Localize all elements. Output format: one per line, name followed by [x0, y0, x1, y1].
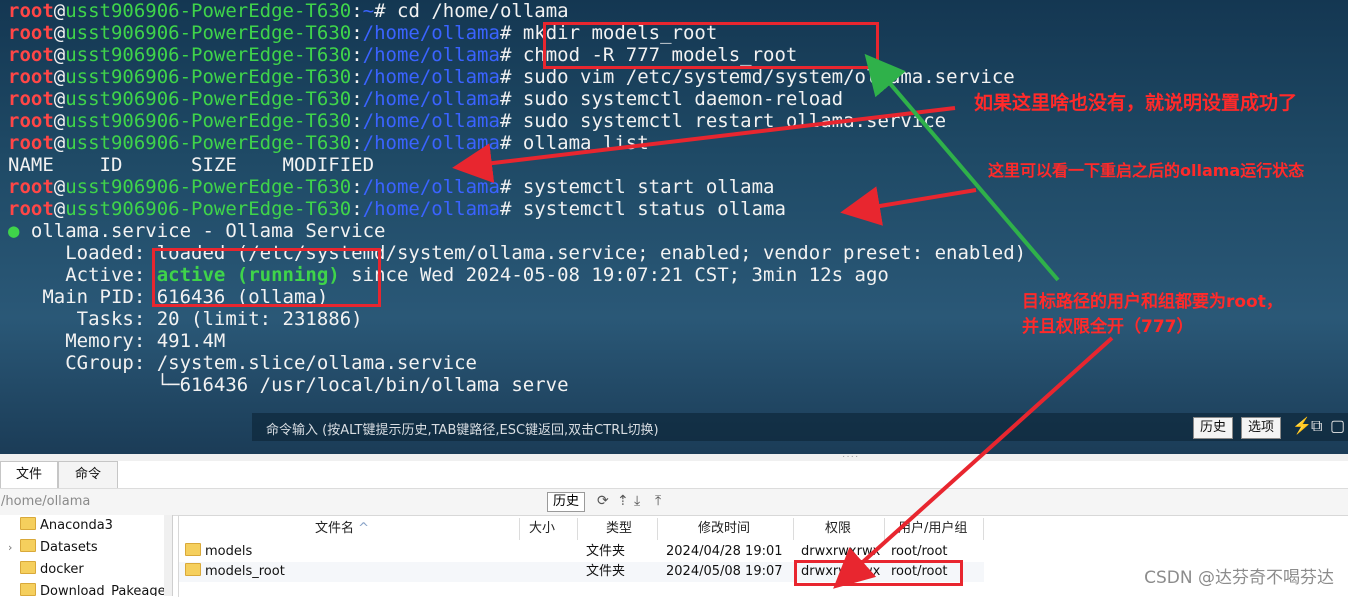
- arrow-to-list-output: [452, 106, 956, 184]
- annotation-note-owner-2: 并且权限全开（777）: [1022, 317, 1194, 337]
- arrow-to-permission: [833, 336, 1114, 589]
- arrow-to-status-command: [840, 186, 977, 226]
- annotation-note-owner-1: 目标路径的用户和组都要为root，: [1022, 292, 1283, 312]
- annotation-note-status: 这里可以看一下重启之后的ollama运行状态: [988, 161, 1305, 180]
- annotation-note-success: 如果这里啥也没有，就说明设置成功了: [974, 92, 1298, 114]
